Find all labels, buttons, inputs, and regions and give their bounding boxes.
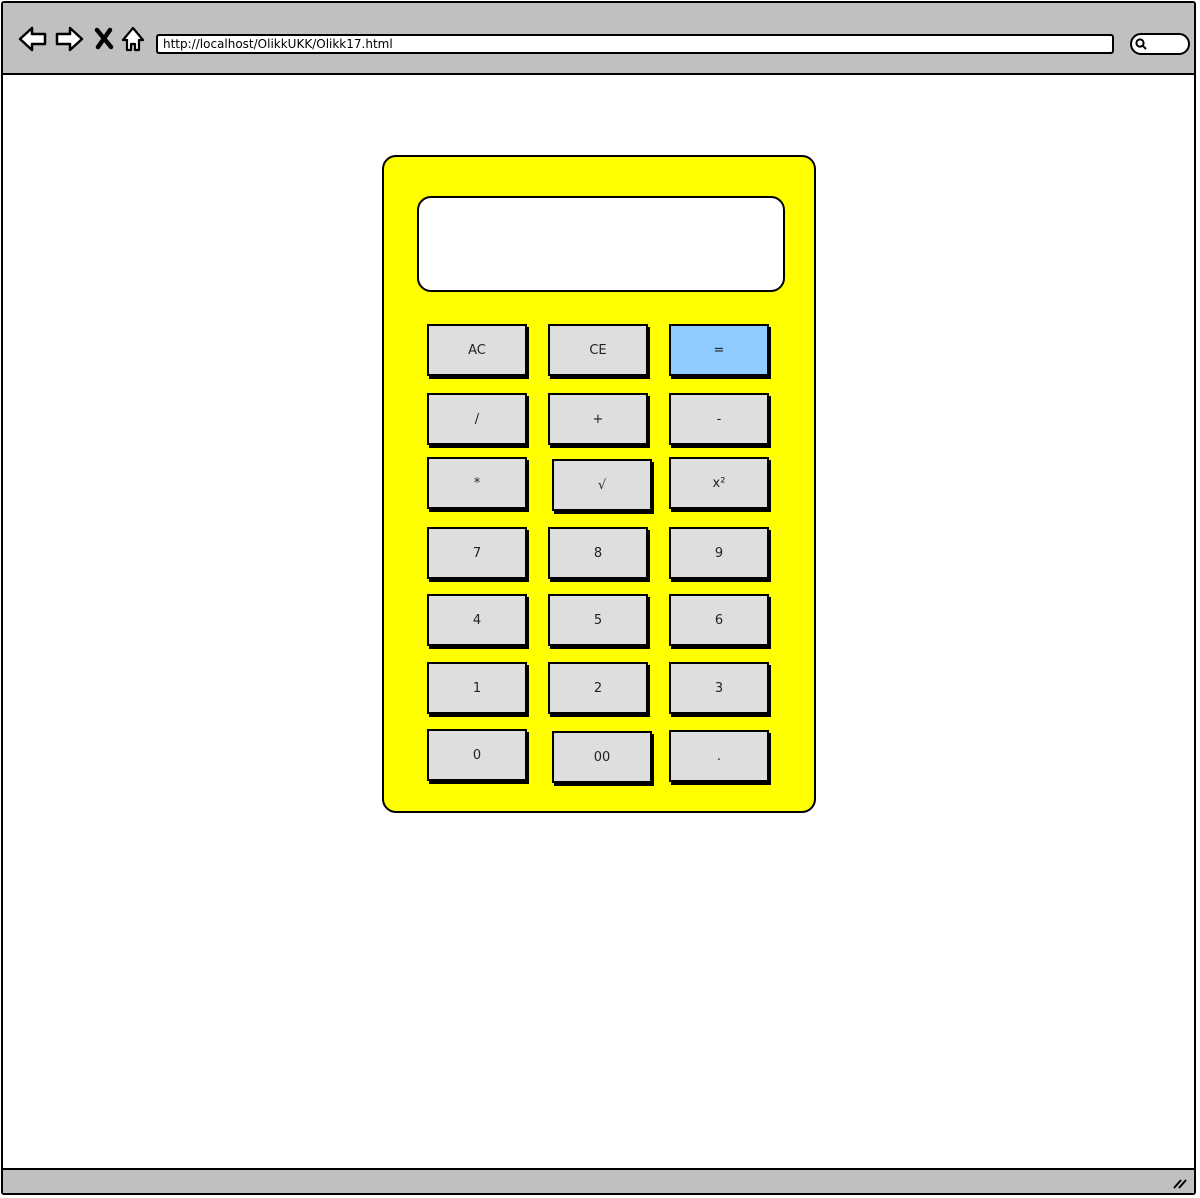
address-bar[interactable]: http://localhost/OlikkUKK/Olikk17.html [156,34,1114,54]
stop-icon[interactable] [89,23,121,55]
resize-grip-icon[interactable] [1172,1175,1188,1189]
key-divide[interactable]: / [427,393,527,445]
key-add[interactable]: + [548,393,648,445]
key-digit-3[interactable]: 3 [669,662,769,714]
key-equals[interactable]: = [669,324,769,376]
home-icon[interactable] [119,23,151,55]
key-double-zero[interactable]: 00 [552,731,652,783]
key-subtract[interactable]: - [669,393,769,445]
key-multiply[interactable]: * [427,457,527,509]
key-all-clear[interactable]: AC [427,324,527,376]
forward-icon[interactable] [53,23,85,55]
key-digit-5[interactable]: 5 [548,594,648,646]
key-digit-8[interactable]: 8 [548,527,648,579]
key-digit-7[interactable]: 7 [427,527,527,579]
key-digit-9[interactable]: 9 [669,527,769,579]
key-square[interactable]: x² [669,457,769,509]
browser-search-box[interactable] [1130,33,1190,55]
key-digit-0[interactable]: 0 [427,729,527,781]
key-digit-2[interactable]: 2 [548,662,648,714]
key-digit-6[interactable]: 6 [669,594,769,646]
key-square-root[interactable]: √ [552,459,652,511]
key-decimal-point[interactable]: . [669,730,769,782]
back-icon[interactable] [17,23,49,55]
browser-statusbar [3,1168,1194,1193]
calculator-display [417,196,785,292]
key-digit-1[interactable]: 1 [427,662,527,714]
key-digit-4[interactable]: 4 [427,594,527,646]
browser-toolbar: http://localhost/OlikkUKK/Olikk17.html [3,3,1194,75]
key-clear-entry[interactable]: CE [548,324,648,376]
search-icon [1135,38,1147,50]
